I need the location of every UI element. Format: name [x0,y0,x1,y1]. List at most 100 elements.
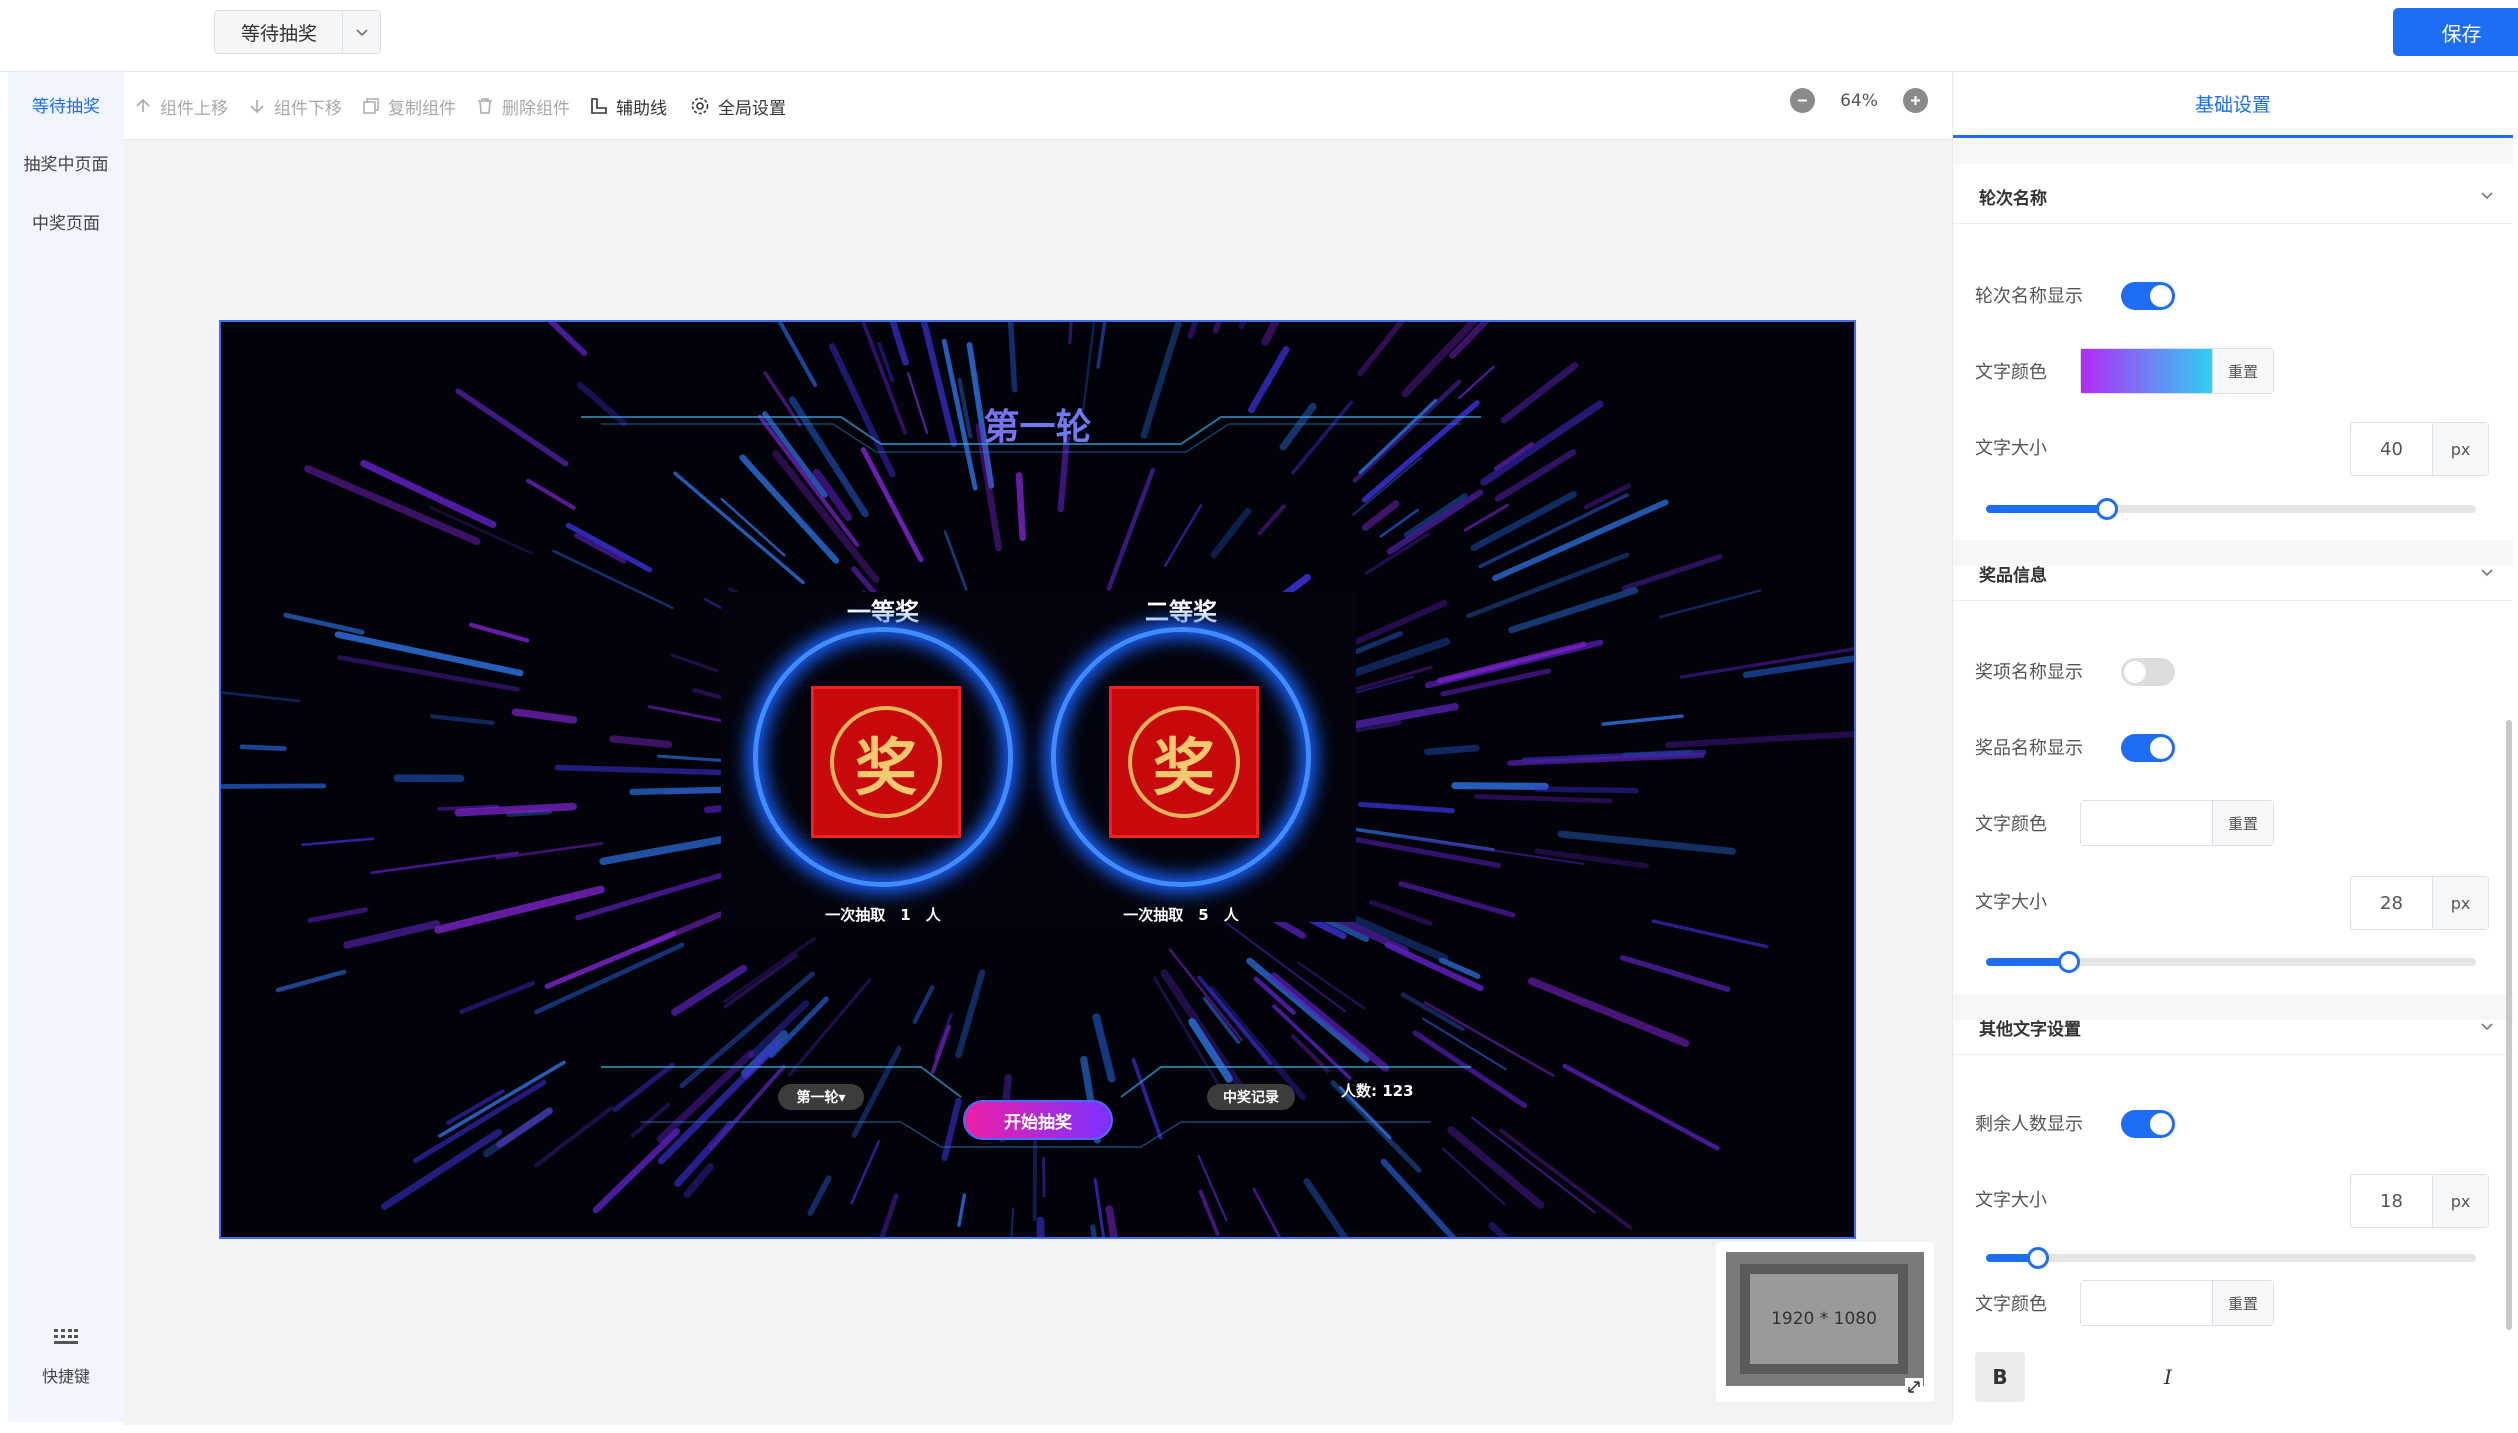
round-name-show-toggle[interactable] [2121,282,2175,310]
save-button[interactable]: 保存 [2393,8,2518,56]
toggle-knob [2150,285,2172,307]
prize-card[interactable]: 一等奖 奖 一次抽取 1 人 [733,598,1033,932]
prize-card[interactable]: 二等奖 奖 一次抽取 5 人 [1031,598,1331,932]
shortcut-label: 快捷键 [41,1367,90,1386]
nav-item-winning[interactable]: 中奖页面 [8,209,124,234]
arrow-up-icon [136,98,150,112]
toggle-knob [2150,737,2172,759]
arrow-down-icon [250,100,264,114]
win-record-button[interactable]: 中奖记录 [1207,1084,1295,1110]
section-round-name[interactable]: 轮次名称 [1953,164,2513,224]
prize-image: 奖 [811,686,961,838]
draw-count: 一次抽取 5 人 [1123,906,1239,924]
chevron-down-icon[interactable] [342,11,380,53]
prize-text-size-label: 文字大小 [1975,892,2047,913]
tab-basic-settings[interactable]: 基础设置 [1953,72,2513,138]
move-up-label: 组件上移 [160,98,228,119]
color-swatch[interactable] [2081,1281,2212,1325]
zoom-out-icon[interactable] [1790,88,1815,113]
italic-button[interactable]: I [2143,1352,2193,1402]
toggle-knob [2150,1113,2172,1135]
zoom-in-icon[interactable] [1903,88,1928,113]
slider-fill [1986,505,2107,513]
copy-icon [363,98,379,114]
keyboard-icon [54,1329,78,1344]
prize-name-show-toggle[interactable] [2121,734,2175,762]
section-prize-info[interactable]: 奖品信息 [1953,541,2513,601]
prize-char: 奖 [830,706,942,818]
round-select-pill[interactable]: 第一轮▾ [778,1084,864,1110]
guides-button[interactable]: 辅助线 [590,94,667,119]
expand-icon[interactable] [1904,1377,1924,1397]
slider-thumb[interactable] [2026,1247,2049,1269]
trash-icon [478,98,492,114]
remaining-show-toggle[interactable] [2121,1110,2175,1138]
size-value[interactable]: 40 [2351,423,2433,475]
prize-char: 奖 [1128,706,1240,818]
section-title: 奖品信息 [1979,566,2047,586]
color-swatch[interactable] [2081,349,2212,393]
canvas-area: 第一轮 一等奖 奖 一次抽取 1 人 二等奖 奖 一次抽取 5 人 第一轮▾ 开… [124,140,1952,1425]
prize-text-color-label: 文字颜色 [1975,814,2047,835]
bold-button[interactable]: B [1975,1352,2025,1402]
round-title[interactable]: 第一轮 [221,398,1854,450]
lottery-stage[interactable]: 第一轮 一等奖 奖 一次抽取 1 人 二等奖 奖 一次抽取 5 人 第一轮▾ 开… [219,320,1856,1239]
other-text-size-input[interactable]: 18 px [2350,1174,2489,1228]
reset-button[interactable]: 重置 [2212,801,2273,845]
move-down-button[interactable]: 组件下移 [248,94,342,119]
chevron-down-icon [2481,569,2493,577]
prize-item-show-toggle[interactable] [2121,658,2175,686]
round-text-size-slider[interactable] [1986,498,2476,520]
prize-text-size-input[interactable]: 28 px [2350,876,2489,930]
reset-button[interactable]: 重置 [2212,1281,2273,1325]
nav-item-drawing[interactable]: 抽奖中页面 [8,150,124,175]
remaining-show-label: 剩余人数显示 [1975,1114,2083,1135]
prize-name-show-label: 奖品名称显示 [1975,738,2083,759]
zoom-control: 64% [1790,88,1928,113]
draw-count: 一次抽取 1 人 [825,906,941,924]
participant-count: 人数: 123 [1341,1082,1414,1100]
reset-button[interactable]: 重置 [2212,349,2273,393]
guides-label: 辅助线 [616,98,667,119]
round-text-color-picker[interactable]: 重置 [2080,348,2274,394]
slider-thumb[interactable] [2095,498,2118,520]
prize-text-size-slider[interactable] [1986,951,2476,973]
other-text-size-slider[interactable] [1986,1247,2476,1269]
other-text-size-label: 文字大小 [1975,1190,2047,1211]
global-settings-button[interactable]: 全局设置 [690,94,786,119]
section-title: 其他文字设置 [1979,1020,2081,1040]
color-swatch[interactable] [2081,801,2212,845]
chevron-down-icon [2481,192,2493,200]
section-other-text[interactable]: 其他文字设置 [1953,995,2513,1055]
slider-fill [1986,958,2069,966]
nav-item-waiting[interactable]: 等待抽奖 [8,92,124,117]
top-bar: 等待抽奖 保存 [0,0,2518,72]
scrollbar[interactable] [2506,720,2512,1330]
size-value[interactable]: 28 [2351,877,2433,929]
shortcut-button[interactable]: 快捷键 [8,1327,124,1387]
page-select-value: 等待抽奖 [241,22,318,45]
delete-button[interactable]: 删除组件 [476,94,570,119]
settings-scroll: 轮次名称 轮次名称显示 文字颜色 重置 文字大小 40 px 奖品信息 奖项名称… [1953,138,2513,1422]
copy-button[interactable]: 复制组件 [362,94,456,119]
prize-image: 奖 [1109,686,1259,838]
page-select[interactable]: 等待抽奖 [214,10,381,54]
round-text-size-input[interactable]: 40 px [2350,422,2489,476]
global-settings-label: 全局设置 [718,98,786,119]
size-value[interactable]: 18 [2351,1175,2433,1227]
minimap[interactable]: 1920 * 1080 [1716,1242,1934,1402]
prize-text-color-picker[interactable]: 重置 [2080,800,2274,846]
round-text-color-label: 文字颜色 [1975,362,2047,383]
editor-toolbar: 组件上移 组件下移 复制组件 删除组件 辅助线 全局设置 64% [124,72,1952,140]
slider-thumb[interactable] [2057,951,2080,973]
delete-label: 删除组件 [502,98,570,119]
gear-icon [691,97,709,115]
section-gap [1953,138,2513,164]
copy-label: 复制组件 [388,98,456,119]
start-draw-button[interactable]: 开始抽奖 [963,1100,1113,1140]
other-text-color-picker[interactable]: 重置 [2080,1280,2274,1326]
section-title: 轮次名称 [1979,189,2047,209]
round-text-size-label: 文字大小 [1975,438,2047,459]
move-up-button[interactable]: 组件上移 [134,94,228,119]
settings-panel: 基础设置 轮次名称 轮次名称显示 文字颜色 重置 文字大小 40 px 奖品信息… [1952,72,2518,1422]
